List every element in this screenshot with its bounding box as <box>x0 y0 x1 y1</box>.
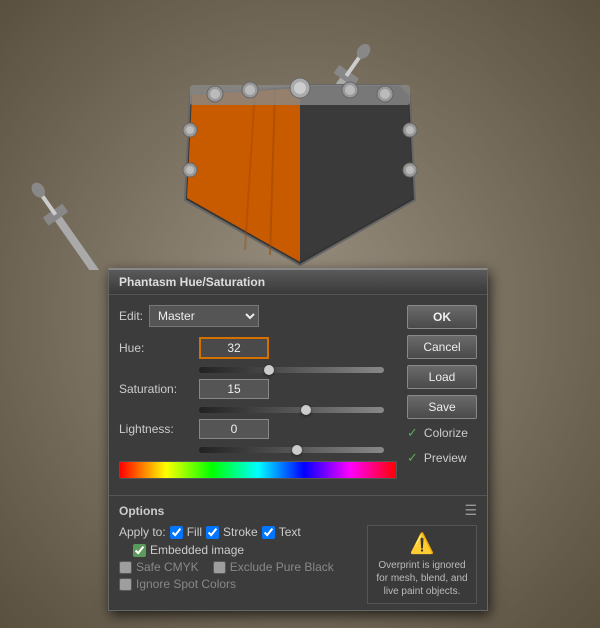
hue-slider-thumb[interactable] <box>264 365 274 375</box>
edit-select[interactable]: Master <box>149 305 259 327</box>
apply-to-label: Apply to: <box>119 525 166 539</box>
dialog-left-panel: Edit: Master Hue: Saturation: <box>119 305 397 485</box>
hue-label: Hue: <box>119 341 199 355</box>
options-section: Options ☰ Apply to: Fill Stroke Text <box>109 495 487 610</box>
saturation-slider-thumb[interactable] <box>301 405 311 415</box>
edit-row: Edit: Master <box>119 305 397 327</box>
options-menu-icon[interactable]: ☰ <box>464 502 477 519</box>
dialog-phantasm: Phantasm Hue/Saturation Edit: Master Hue… <box>108 268 488 611</box>
safe-cmyk-row: Safe CMYK Exclude Pure Black <box>119 560 357 574</box>
illustration-area <box>0 0 600 270</box>
fill-checkbox[interactable] <box>170 526 183 539</box>
options-header: Options ☰ <box>119 502 477 519</box>
saturation-input[interactable] <box>199 379 269 399</box>
ok-button[interactable]: OK <box>407 305 477 329</box>
ignore-spot-colors-row: Ignore Spot Colors <box>119 577 357 591</box>
preview-row: ✓ Preview <box>407 450 477 466</box>
safe-cmyk-label: Safe CMYK <box>136 560 199 574</box>
dialog-right-panel: OK Cancel Load Save ✓ Colorize ✓ Preview <box>407 305 477 485</box>
save-button[interactable]: Save <box>407 395 477 419</box>
safe-cmyk-checkbox[interactable] <box>119 561 132 574</box>
hue-slider-row <box>119 367 397 373</box>
apply-to-row: Apply to: Fill Stroke Text <box>119 525 357 539</box>
lightness-row: Lightness: <box>119 419 397 439</box>
cancel-button[interactable]: Cancel <box>407 335 477 359</box>
options-right-panel: ⚠️ Overprint is ignored for mesh, blend,… <box>367 525 477 604</box>
saturation-label: Saturation: <box>119 382 199 396</box>
exclude-pure-black-label: Exclude Pure Black <box>230 560 334 574</box>
load-button[interactable]: Load <box>407 365 477 389</box>
embedded-image-row: Embedded image <box>133 543 357 557</box>
warning-box: ⚠️ Overprint is ignored for mesh, blend,… <box>367 525 477 604</box>
ignore-spot-colors-checkbox[interactable] <box>119 578 132 591</box>
colorize-label: Colorize <box>424 426 468 440</box>
warning-text: Overprint is ignored for mesh, blend, an… <box>373 559 471 598</box>
lightness-input[interactable] <box>199 419 269 439</box>
fill-label: Fill <box>187 525 202 539</box>
text-label: Text <box>279 525 301 539</box>
saturation-row: Saturation: <box>119 379 397 399</box>
colorize-row: ✓ Colorize <box>407 425 477 441</box>
saturation-slider-track[interactable] <box>199 407 384 413</box>
options-title: Options <box>119 504 164 518</box>
edit-label: Edit: <box>119 309 143 323</box>
text-checkbox[interactable] <box>262 526 275 539</box>
lightness-slider-row <box>119 447 397 453</box>
options-left-panel: Apply to: Fill Stroke Text Embedded imag… <box>119 525 357 604</box>
saturation-slider-row <box>119 407 397 413</box>
color-gradient-bar <box>119 461 397 479</box>
stroke-checkbox[interactable] <box>206 526 219 539</box>
preview-label: Preview <box>424 451 467 465</box>
ignore-spot-colors-label: Ignore Spot Colors <box>136 577 236 591</box>
lightness-slider-thumb[interactable] <box>292 445 302 455</box>
embedded-image-checkbox[interactable] <box>133 544 146 557</box>
embedded-image-label: Embedded image <box>150 543 244 557</box>
dialog-title[interactable]: Phantasm Hue/Saturation <box>109 270 487 295</box>
hue-row: Hue: <box>119 337 397 359</box>
stroke-label: Stroke <box>223 525 258 539</box>
lightness-label: Lightness: <box>119 422 199 436</box>
hue-input[interactable] <box>199 337 269 359</box>
warning-icon: ⚠️ <box>410 531 435 556</box>
preview-checkmark: ✓ <box>407 450 418 466</box>
lightness-slider-track[interactable] <box>199 447 384 453</box>
exclude-pure-black-checkbox[interactable] <box>213 561 226 574</box>
colorize-checkmark: ✓ <box>407 425 418 441</box>
options-body: Apply to: Fill Stroke Text Embedded imag… <box>119 525 477 604</box>
hue-slider-track[interactable] <box>199 367 384 373</box>
